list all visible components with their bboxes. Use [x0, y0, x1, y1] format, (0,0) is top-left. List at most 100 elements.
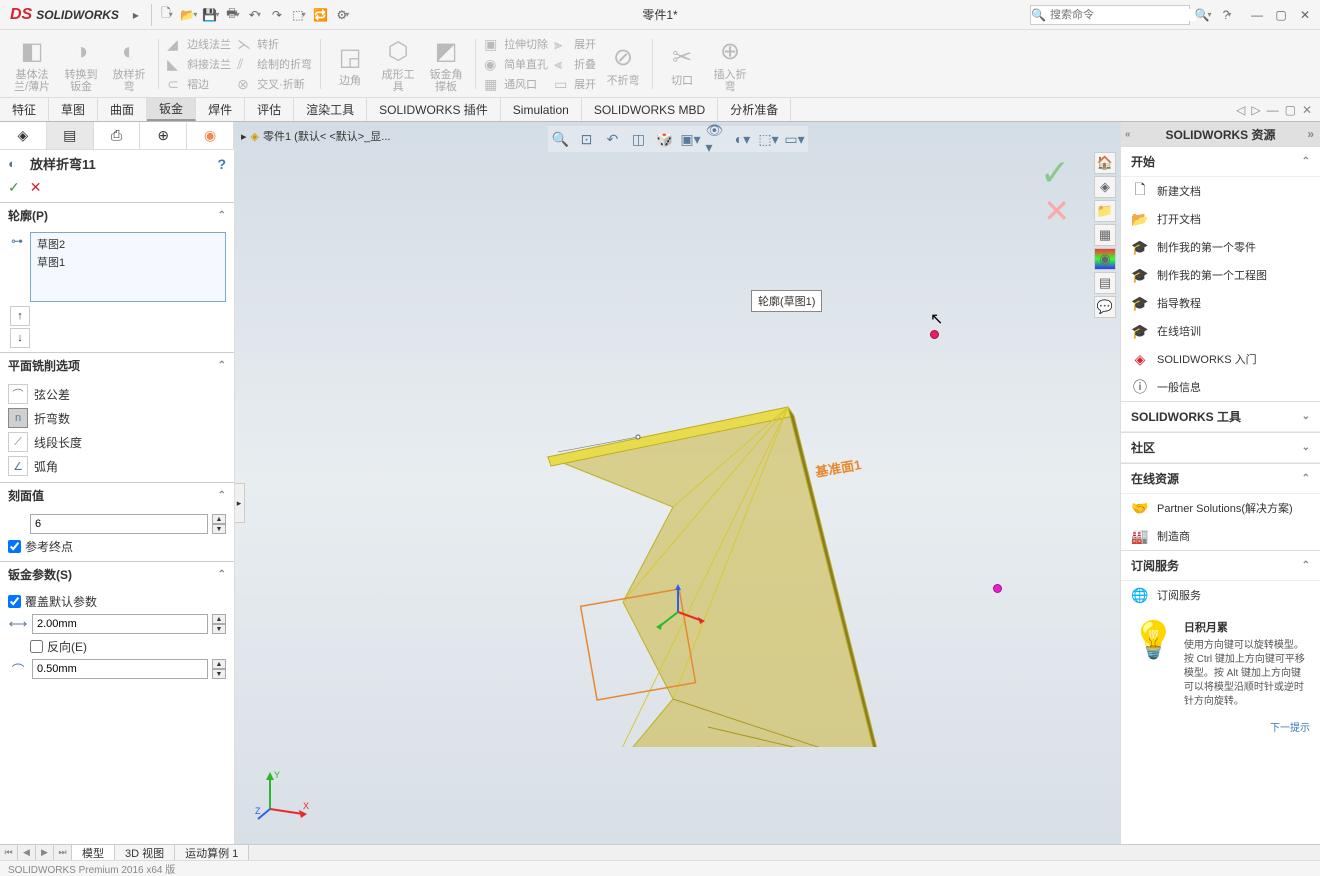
fm-tab-config-icon[interactable]: ⎙ [94, 122, 141, 149]
list-item[interactable]: 草图2 [33, 235, 223, 253]
ribbon-unfold[interactable]: ⫸展开 [552, 35, 598, 53]
new-document-link[interactable]: 🗋新建文档 [1121, 177, 1320, 205]
facet-value-input[interactable] [30, 514, 208, 534]
tutorials-link[interactable]: 🎓指导教程 [1121, 289, 1320, 317]
doc-minimize-icon[interactable]: — [1267, 103, 1279, 117]
tab-mbd[interactable]: SOLIDWORKS MBD [582, 98, 718, 121]
ribbon-rip[interactable]: ✂切口 [659, 39, 705, 89]
ribbon-edge-flange[interactable]: ◢边线法兰 [165, 35, 233, 53]
tab-motion-study[interactable]: 运动算例 1 [175, 845, 249, 860]
list-item[interactable]: 草图1 [33, 253, 223, 271]
override-checkbox[interactable]: 覆盖默认参数 [8, 591, 226, 612]
cancel-feature-icon[interactable]: ✕ [1043, 192, 1070, 230]
tab-3d-view[interactable]: 3D 视图 [115, 845, 175, 860]
ribbon-extruded-cut[interactable]: ▣拉伸切除 [482, 35, 550, 53]
save-icon[interactable]: 💾▾ [200, 4, 222, 26]
profile-section-header[interactable]: 轮廓(P)⌃ [0, 203, 234, 228]
tab-evaluate[interactable]: 评估 [245, 98, 294, 121]
undo-icon[interactable]: ↶▾ [244, 4, 266, 26]
ribbon-jog[interactable]: ⋋转折 [235, 35, 314, 53]
file-explorer-icon[interactable]: 📁 [1094, 200, 1116, 222]
cancel-button[interactable]: ✕ [30, 179, 42, 196]
panel-toggle-button[interactable]: ▸ [235, 483, 245, 523]
prev-view-icon[interactable]: ↶ [602, 128, 624, 150]
general-info-link[interactable]: ⓘ一般信息 [1121, 373, 1320, 401]
fm-tab-tree-icon[interactable]: ◈ [0, 122, 47, 149]
profile-list[interactable]: 草图2 草图1 [30, 232, 226, 302]
fm-tab-display-icon[interactable]: ◉ [187, 122, 234, 149]
minimize-icon[interactable]: — [1246, 4, 1268, 26]
tab-sheetmetal[interactable]: 钣金 [147, 98, 196, 121]
ribbon-gusset[interactable]: ◩钣金角撑板 [423, 33, 469, 95]
tab-analysis[interactable]: 分析准备 [718, 98, 791, 121]
ribbon-insert-bend[interactable]: ⊕插入折弯 [707, 33, 753, 95]
ribbon-vent[interactable]: ▦通风口 [482, 75, 550, 93]
search-dropdown-icon[interactable]: 🔍▾ [1192, 4, 1214, 26]
recent-dropdown-icon[interactable]: ▸ [125, 4, 147, 26]
sheetmetal-section-header[interactable]: 钣金参数(S)⌃ [0, 562, 234, 587]
forum-icon[interactable]: 💬 [1094, 296, 1116, 318]
redo-icon[interactable]: ↷ [266, 4, 288, 26]
breadcrumb[interactable]: ▸ ◈ 零件1 (默认< <默认>_显... [241, 128, 390, 144]
move-down-button[interactable]: ↓ [10, 328, 30, 348]
hide-show-icon[interactable]: 👁▾ [706, 128, 728, 150]
view-palette-icon[interactable]: ▦ [1094, 224, 1116, 246]
task-pane-collapse-icon[interactable]: « [1125, 129, 1131, 140]
doc-close-icon[interactable]: ✕ [1302, 103, 1312, 117]
rp-online-header[interactable]: 在线资源⌃ [1121, 463, 1320, 494]
zoom-area-icon[interactable]: ⊡ [576, 128, 598, 150]
chord-tolerance-option[interactable]: ⌒弦公差 [8, 382, 226, 406]
rebuild-icon[interactable]: 🔁 [310, 4, 332, 26]
ribbon-corner[interactable]: ◲边角 [327, 39, 373, 89]
arc-angle-option[interactable]: ∠弧角 [8, 454, 226, 478]
spin-up-button[interactable]: ▲ [212, 614, 226, 624]
appearances-icon[interactable]: ◉ [1094, 248, 1116, 270]
ribbon-flatten[interactable]: ▭展开 [552, 75, 598, 93]
options-icon[interactable]: ⚙▾ [332, 4, 354, 26]
open-document-link[interactable]: 📂打开文档 [1121, 205, 1320, 233]
tab-addins[interactable]: SOLIDWORKS 插件 [367, 98, 501, 121]
partner-solutions-link[interactable]: 🤝Partner Solutions(解决方案) [1121, 494, 1320, 522]
move-up-button[interactable]: ↑ [10, 306, 30, 326]
ribbon-lofted-bend[interactable]: ◐放样折弯 [106, 33, 152, 95]
first-drawing-link[interactable]: 🎓制作我的第一个工程图 [1121, 261, 1320, 289]
home-tab-icon[interactable]: 🏠 [1094, 152, 1116, 174]
display-style-icon[interactable]: ▣▾ [680, 128, 702, 150]
ribbon-no-bend[interactable]: ⊘不折弯 [600, 39, 646, 89]
facet-section-header[interactable]: 刻面值⌃ [0, 483, 234, 508]
bend-count-option[interactable]: n折弯数 [8, 406, 226, 430]
ribbon-simple-hole[interactable]: ◉简单直孔 [482, 55, 550, 73]
tab-sketch[interactable]: 草图 [49, 98, 98, 121]
tab-last-icon[interactable]: ⏭ [54, 845, 72, 860]
ribbon-miter-flange[interactable]: ◣斜接法兰 [165, 55, 233, 73]
ribbon-convert[interactable]: ◑转换到钣金 [58, 33, 104, 95]
tab-surface[interactable]: 曲面 [98, 98, 147, 121]
view-orientation-icon[interactable]: 🎲 [654, 128, 676, 150]
ref-endpoint-checkbox[interactable]: 参考终点 [8, 536, 226, 557]
fm-tab-property-icon[interactable]: ▤ [47, 122, 94, 149]
tab-feature[interactable]: 特征 [0, 98, 49, 121]
select-icon[interactable]: ⬚▾ [288, 4, 310, 26]
rp-tools-header[interactable]: SOLIDWORKS 工具⌄ [1121, 401, 1320, 432]
segment-length-option[interactable]: ⟋线段长度 [8, 430, 226, 454]
ribbon-base-flange[interactable]: ◧基体法兰/薄片 [8, 33, 56, 95]
doc-restore-icon[interactable]: ▢ [1285, 103, 1296, 117]
tab-prev-icon[interactable]: ◀ [18, 845, 36, 860]
search-input[interactable] [1046, 9, 1196, 21]
tab-next-icon[interactable]: ▷ [1251, 103, 1260, 117]
spin-down-button[interactable]: ▼ [212, 524, 226, 534]
radius-input[interactable] [32, 659, 208, 679]
first-part-link[interactable]: 🎓制作我的第一个零件 [1121, 233, 1320, 261]
appearance-icon[interactable]: ◐▾ [732, 128, 754, 150]
thickness-input[interactable] [32, 614, 208, 634]
scene-icon[interactable]: ⬚▾ [758, 128, 780, 150]
online-training-link[interactable]: 🎓在线培训 [1121, 317, 1320, 345]
spin-up-button[interactable]: ▲ [212, 659, 226, 669]
help-icon[interactable]: ?▾ [1216, 4, 1238, 26]
tab-render[interactable]: 渲染工具 [294, 98, 367, 121]
tab-prev-icon[interactable]: ◁ [1236, 103, 1245, 117]
search-box[interactable]: 🔍 [1030, 5, 1190, 25]
reverse-checkbox[interactable]: 反向(E) [30, 636, 226, 657]
next-tip-link[interactable]: 下一提示 [1121, 719, 1320, 740]
task-pane-pin-icon[interactable]: » [1307, 127, 1314, 141]
